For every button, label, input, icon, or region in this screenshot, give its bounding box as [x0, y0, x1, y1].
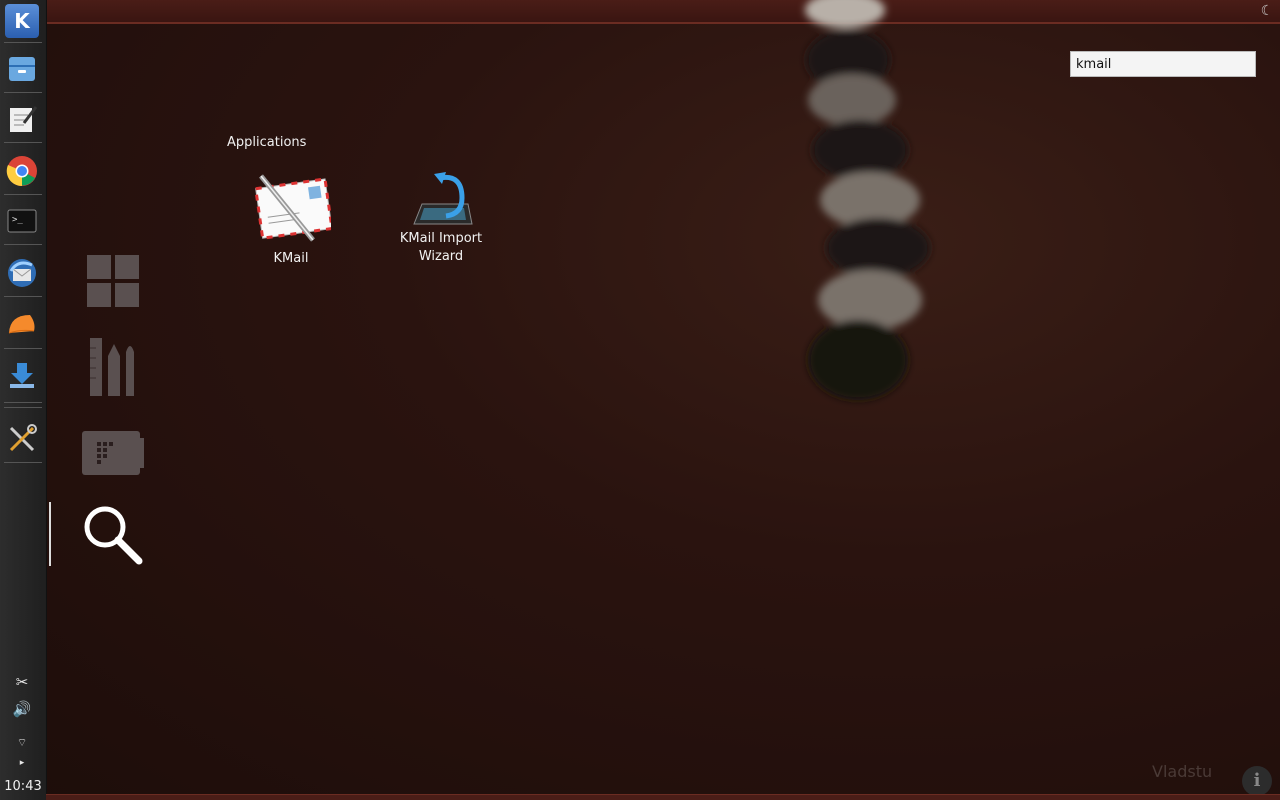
app-label-line2: Wizard	[418, 249, 464, 264]
volume-icon[interactable]: 🔊	[10, 699, 34, 719]
network-icon[interactable]: ⌔	[10, 733, 34, 753]
file-manager-icon[interactable]	[5, 52, 39, 86]
bottom-panel	[46, 794, 1280, 800]
thunderbird-icon[interactable]	[5, 256, 39, 290]
download-icon[interactable]	[5, 358, 39, 392]
kmail-import-wizard-icon	[401, 170, 481, 230]
kmail-icon	[251, 170, 334, 250]
kde-menu-icon[interactable]: K	[5, 4, 39, 38]
text-editor-icon[interactable]	[5, 102, 39, 136]
app-tile-kmail-import-wizard[interactable]: KMail Import Wizard	[386, 170, 496, 266]
search-input[interactable]	[1070, 51, 1256, 77]
wallpaper-watermark: Vladstu	[1152, 762, 1213, 781]
system-settings-icon[interactable]	[5, 422, 39, 456]
favorites-category-icon[interactable]	[80, 248, 146, 314]
app-label-line1: KMail Import	[399, 231, 483, 246]
app-tile-kmail[interactable]: KMail	[236, 170, 346, 268]
tray-expand-icon[interactable]: ▸	[10, 753, 34, 773]
clementine-icon[interactable]	[5, 308, 39, 342]
app-label: KMail	[273, 251, 309, 266]
clock[interactable]: 10:43	[0, 779, 46, 794]
wallpaper-lemur-tail	[805, 0, 930, 400]
top-panel: ☾	[46, 0, 1280, 24]
info-icon[interactable]: i	[1242, 766, 1272, 796]
left-dock: K >_ ✂ 🔊 ⌔ ▸ 10:43	[0, 0, 47, 800]
desktop-toolbox-icon[interactable]: ☾	[1258, 2, 1276, 20]
terminal-icon[interactable]: >_	[5, 204, 39, 238]
results-section-title: Applications	[227, 135, 307, 150]
search-category-icon[interactable]	[80, 502, 146, 568]
chrome-icon[interactable]	[5, 154, 39, 188]
widgets-category-icon[interactable]	[80, 420, 146, 486]
applications-category-icon[interactable]	[80, 334, 146, 400]
svg-text:>_: >_	[12, 215, 23, 225]
svg-text:K: K	[14, 9, 31, 33]
active-category-marker	[49, 502, 51, 566]
klipper-scissors-icon[interactable]: ✂	[10, 672, 34, 692]
